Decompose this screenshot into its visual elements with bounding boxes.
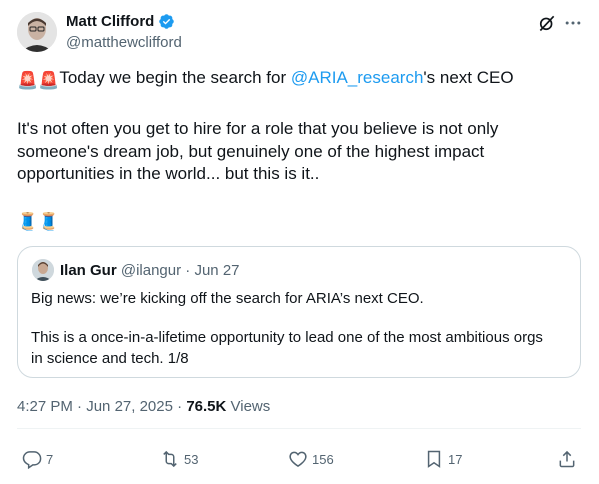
quote-author-handle[interactable]: @ilangur [121,262,181,279]
reply-icon [22,451,42,469]
quote-text-line-2: This is a once-in-a-lifetime opportunity… [31,329,543,346]
siren-emoji: 🚨 [17,71,39,90]
tweet-text: Today we begin the search for [59,68,291,87]
quote-text-line-3: in science and tech. 1/8 [31,350,189,367]
siren-emoji: 🚨 [38,71,60,90]
author-name-row: Matt Clifford [66,13,175,30]
tweet-time[interactable]: 4:27 PM [17,398,73,415]
author-handle[interactable]: @matthewclifford [66,34,182,51]
bookmark-icon [427,450,441,468]
tweet-text-line-1: 🚨🚨Today we begin the search for @ARIA_re… [17,67,514,92]
bookmark-count: 17 [448,451,463,467]
tweet-card: Matt Clifford @matthewclifford 🚨🚨Today w… [0,0,599,484]
quote-date[interactable]: Jun 27 [194,262,239,279]
quote-author-name[interactable]: Ilan Gur [60,262,117,279]
tweet-timestamp-row: 4:27 PM · Jun 27, 2025 · 76.5K Views [17,398,270,415]
share-icon [559,450,575,468]
reply-button[interactable]: 7 [22,449,53,469]
repost-count: 53 [184,451,199,467]
divider [17,428,581,429]
author-name[interactable]: Matt Clifford [66,13,154,30]
quote-author-avatar[interactable] [32,259,54,281]
tweet-text: 's next CEO [423,68,514,87]
views-count: 76.5K [186,398,227,415]
separator: · [77,398,83,415]
thread-emoji: 🧵 [17,212,39,231]
reply-count: 7 [46,451,54,467]
tweet-text-line-5: 🧵🧵 [17,208,59,233]
bookmark-button[interactable]: 17 [424,449,462,469]
grok-icon[interactable] [537,13,557,33]
like-count: 156 [312,451,334,467]
tweet-text-line-4: opportunities in the world... but this i… [17,164,320,183]
repost-button[interactable]: 53 [160,449,198,469]
verified-badge-icon [159,14,175,29]
quote-text-line-1: Big news: we’re kicking off the search f… [31,290,424,307]
views-label: Views [230,398,271,415]
quote-header: Ilan Gur @ilangur · Jun 27 [60,262,240,279]
more-icon[interactable] [563,13,583,33]
mention-link[interactable]: @ARIA_research [291,68,424,87]
author-avatar[interactable] [17,12,57,52]
separator: · [177,398,183,415]
quoted-tweet[interactable]: Ilan Gur @ilangur · Jun 27 Big news: we’… [17,246,581,378]
thread-emoji: 🧵 [38,212,60,231]
tweet-text-line-2: It's not often you get to hire for a rol… [17,119,499,138]
share-button[interactable] [557,449,577,469]
separator: · [185,262,191,279]
tweet-date[interactable]: Jun 27, 2025 [86,398,173,415]
like-icon [289,451,307,467]
repost-icon [163,450,177,468]
like-button[interactable]: 156 [288,449,334,469]
tweet-text-line-3: someone's dream job, but genuinely one o… [17,142,485,161]
